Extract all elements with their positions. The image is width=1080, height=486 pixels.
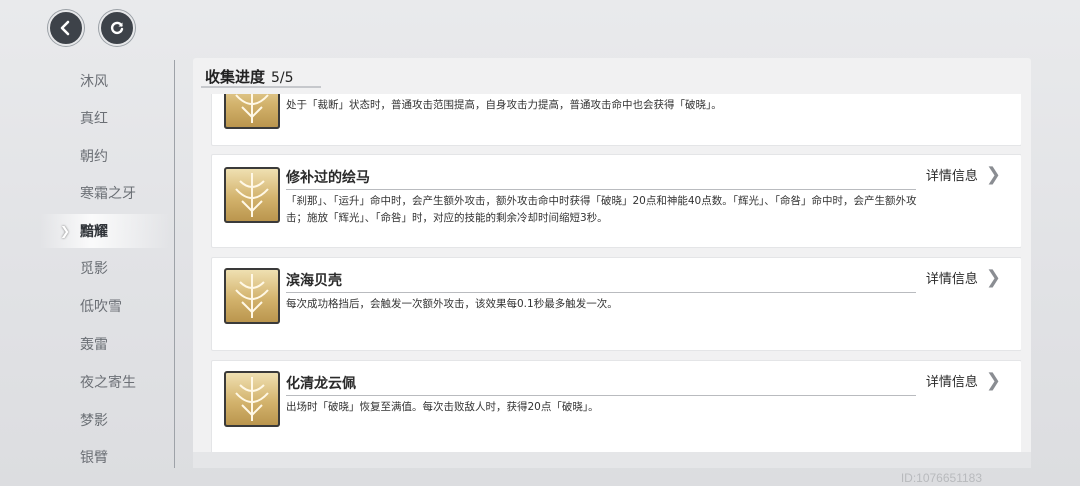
sidebar-item-label: 夜之寄生 [80,375,136,391]
sidebar-item-zhenhong[interactable]: 真红 [40,101,170,135]
sidebar-item-label: 朝约 [80,149,108,165]
detail-info-button[interactable]: 详情信息 ❯ [926,267,1001,288]
sidebar-item-label: 梦影 [80,413,108,429]
collection-count: 5/5 [271,70,294,86]
sidebar-item-yinbi[interactable]: 银臂 [40,440,170,474]
header-divider [201,86,321,88]
item-emblem-icon [224,268,280,324]
sidebar-item-mengying[interactable]: 梦影 [40,403,170,437]
panel-footer [193,452,1031,468]
item-emblem-icon [224,371,280,427]
detail-info-button[interactable]: 详情信息 ❯ [926,164,1001,185]
sidebar-item-label: 轰雷 [80,337,108,353]
sidebar-item-zhaoyue[interactable]: 朝约 [40,139,170,173]
sidebar-item-label: 低吹雪 [80,299,122,315]
sidebar-item-mufeng[interactable]: 沐风 [40,64,170,98]
sidebar-rail [174,60,175,468]
category-sidebar: 沐风 真红 朝约 寒霜之牙 ❯ 黯耀 觅影 低吹雪 轰雷 夜之寄生 梦影 银臂 [40,60,180,470]
item-name: 滨海贝壳 [286,273,342,289]
sidebar-item-label: 寒霜之牙 [80,186,136,202]
sidebar-item-label: 真红 [80,111,108,127]
list-item: 处于「裁断」状态时，普通攻击范围提高，自身攻击力提高，普通攻击命中也会获得「破晓… [211,94,1021,146]
item-list[interactable]: 处于「裁断」状态时，普通攻击范围提高，自身攻击力提高，普通攻击命中也会获得「破晓… [211,94,1021,466]
back-arrow-icon [60,20,70,36]
sidebar-item-label: 黯耀 [80,224,108,240]
collection-panel: 收集进度 5/5 处于「裁断」状态时，普通攻击范围提高，自身攻击力提高，普通攻击… [193,58,1031,468]
list-item: 化清龙云佩 出场时「破晓」恢复至满值。每次击败敌人时，获得20点「破晓」。 详情… [211,360,1021,454]
user-id-label: ID:1076651183 [900,471,982,485]
chevron-right-icon: ❯ [985,164,1001,185]
item-description: 处于「裁断」状态时，普通攻击范围提高，自身攻击力提高，普通攻击命中也会获得「破晓… [286,99,722,111]
sidebar-item-label: 银臂 [80,450,108,466]
item-divider [286,189,916,190]
item-emblem-icon [224,167,280,223]
detail-info-button[interactable]: 详情信息 ❯ [926,370,1001,391]
detail-info-label: 详情信息 [925,375,978,390]
sidebar-item-dichuixue[interactable]: 低吹雪 [40,289,170,323]
item-name: 化清龙云佩 [286,376,356,392]
list-item: 滨海贝壳 每次成功格挡后，会触发一次额外攻击，该效果每0.1秒最多触发一次。 详… [211,257,1021,351]
item-divider [286,395,916,396]
selected-chevron-icon: ❯ [60,224,71,238]
item-description: 「刹那」、「运升」命中时，会产生额外攻击，额外攻击命中时获得「破晓」20点和神能… [286,195,917,224]
item-divider [286,292,916,293]
sidebar-item-label: 沐风 [80,74,108,90]
panel-title: 收集进度 [205,68,266,86]
detail-info-label: 详情信息 [925,272,978,287]
refresh-button[interactable] [99,10,135,46]
sidebar-item-miying[interactable]: 觅影 [40,251,170,285]
sidebar-item-label: 觅影 [80,261,108,277]
sidebar-item-anyao[interactable]: ❯ 黯耀 [40,214,170,248]
chevron-right-icon: ❯ [985,267,1001,288]
sidebar-item-hanshuangzhiya[interactable]: 寒霜之牙 [40,176,170,210]
item-description: 出场时「破晓」恢复至满值。每次击败敌人时，获得20点「破晓」。 [286,401,599,413]
sidebar-item-honglei[interactable]: 轰雷 [40,327,170,361]
item-name: 修补过的绘马 [286,170,370,186]
back-button[interactable] [48,10,84,46]
detail-info-label: 详情信息 [925,169,978,184]
sidebar-item-yezhijisheng[interactable]: 夜之寄生 [40,365,170,399]
item-emblem-icon [224,94,280,129]
chevron-right-icon: ❯ [985,370,1001,391]
list-item: 修补过的绘马 「刹那」、「运升」命中时，会产生额外攻击，额外攻击命中时获得「破晓… [211,154,1021,248]
refresh-icon [110,21,124,35]
item-description: 每次成功格挡后，会触发一次额外攻击，该效果每0.1秒最多触发一次。 [286,298,618,310]
